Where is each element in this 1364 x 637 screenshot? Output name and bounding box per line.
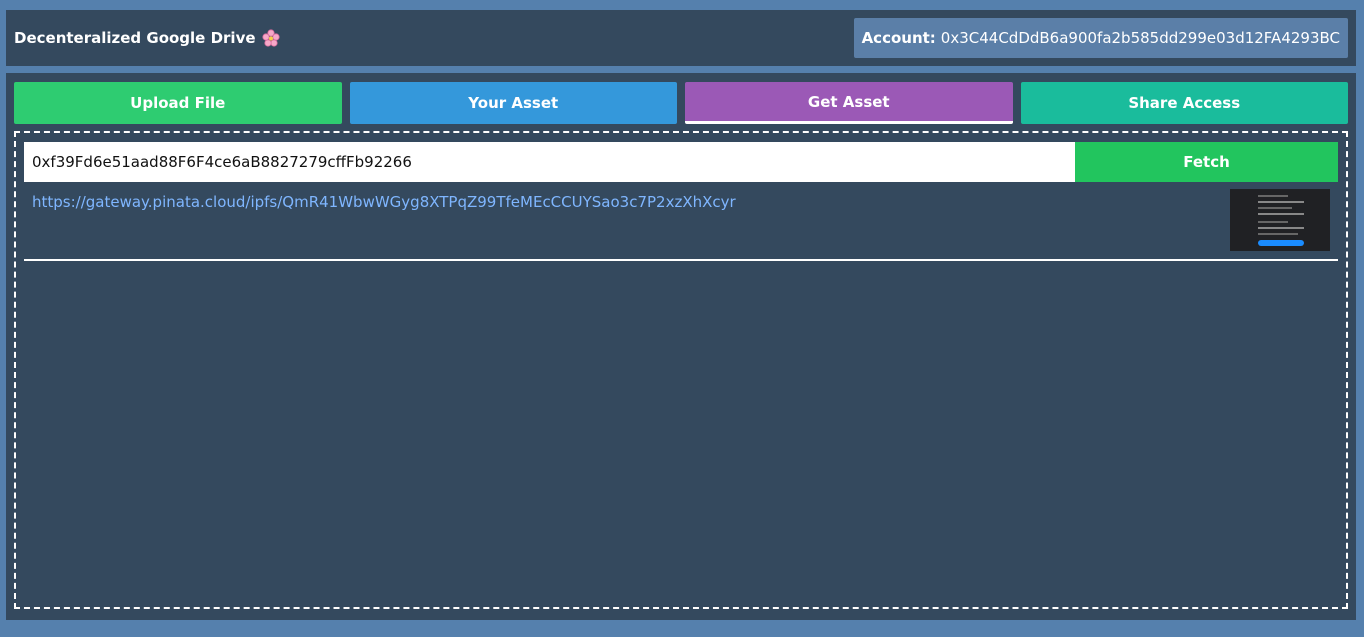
address-input[interactable]: [24, 142, 1075, 182]
tab-get-asset[interactable]: Get Asset: [685, 82, 1013, 124]
fetch-button[interactable]: Fetch: [1075, 142, 1338, 182]
tab-share-access[interactable]: Share Access: [1020, 82, 1348, 124]
app-title-text: Decenteralized Google Drive: [14, 29, 256, 47]
main-content: Upload File Your Asset Get Asset Share A…: [6, 73, 1356, 620]
tab-bar: Upload File Your Asset Get Asset Share A…: [14, 82, 1348, 124]
account-address: 0x3C44CdDdB6a900fa2b585dd299e03d12FA4293…: [940, 29, 1340, 47]
cherry-blossom-icon: [261, 29, 280, 47]
account-display: Account: 0x3C44CdDdB6a900fa2b585dd299e03…: [853, 18, 1348, 58]
fetch-form: Fetch: [24, 142, 1338, 182]
header: Decenteralized Google Drive Account: 0x3…: [6, 10, 1356, 66]
app-title: Decenteralized Google Drive: [14, 29, 280, 47]
tab-your-asset[interactable]: Your Asset: [349, 82, 677, 124]
account-label: Account:: [861, 29, 936, 47]
ipfs-link[interactable]: https://gateway.pinata.cloud/ipfs/QmR41W…: [32, 193, 736, 211]
result-item: https://gateway.pinata.cloud/ipfs/QmR41W…: [24, 189, 1338, 261]
get-asset-panel: Fetch https://gateway.pinata.cloud/ipfs/…: [14, 131, 1348, 609]
asset-thumbnail[interactable]: [1230, 189, 1330, 251]
tab-upload-file[interactable]: Upload File: [14, 82, 342, 124]
